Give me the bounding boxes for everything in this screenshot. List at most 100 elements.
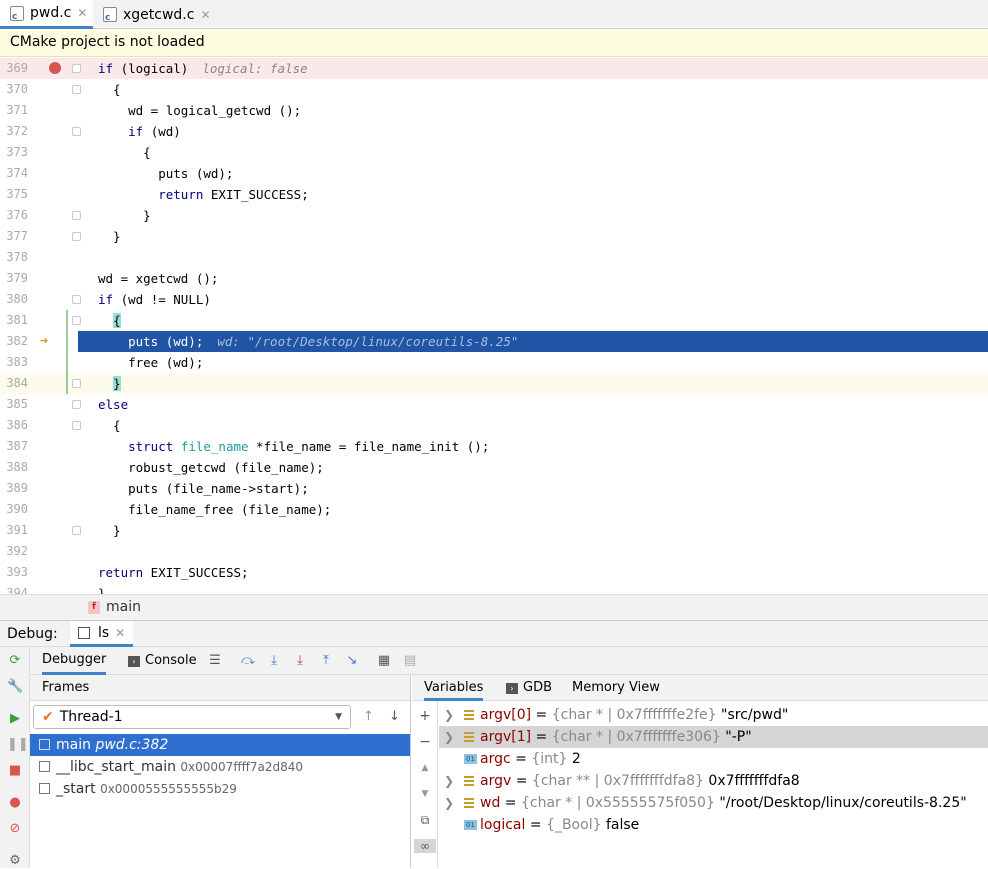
debug-tool-window-header: Debug: ls ✕ (0, 620, 988, 647)
line-number: 381 (6, 313, 28, 327)
fold-marker-icon[interactable] (72, 421, 81, 430)
code-line[interactable]: 377 } (0, 226, 988, 247)
settings-gear-icon[interactable]: ⚙ (7, 853, 23, 869)
code-line[interactable]: 383 free (wd); (0, 352, 988, 373)
fold-marker-icon[interactable] (72, 85, 81, 94)
copy-icon[interactable]: ⧉ (418, 813, 432, 827)
force-step-into-icon[interactable]: ⤓ (292, 653, 308, 669)
variable-row[interactable]: ❯ argv[1] = {char * | 0x7fffffffe306} "-P… (439, 726, 988, 748)
code-line[interactable]: 381 { (0, 310, 988, 331)
code-line[interactable]: 375 return EXIT_SUCCESS; (0, 184, 988, 205)
code-line[interactable]: 379 wd = xgetcwd (); (0, 268, 988, 289)
menu-icon[interactable]: ☰ (207, 653, 223, 669)
chevron-right-icon[interactable]: ❯ (444, 770, 454, 792)
code-line[interactable]: 385 else (0, 394, 988, 415)
variable-row[interactable]: 01 argc = {int} 2 (439, 748, 988, 770)
wrench-icon[interactable]: 🔧 (7, 679, 23, 695)
evaluate-expression-icon[interactable]: ▦ (376, 653, 392, 669)
code-line[interactable]: 394} (0, 583, 988, 594)
tab-debugger[interactable]: Debugger (42, 647, 107, 675)
fold-marker-icon[interactable] (72, 232, 81, 241)
remove-watch-icon[interactable]: − (418, 735, 432, 749)
arrow-down-icon[interactable]: ↓ (389, 709, 400, 724)
fold-marker-icon[interactable] (72, 316, 81, 325)
code-line[interactable]: 373 { (0, 142, 988, 163)
fold-marker-icon[interactable] (72, 127, 81, 136)
variable-name: argv (480, 773, 512, 789)
primitive-variable-icon: 01 (464, 820, 477, 830)
stack-frame-row[interactable]: __libc_start_main 0x00007ffff7a2d840 (30, 756, 410, 778)
fold-marker-icon[interactable] (72, 64, 81, 73)
run-to-cursor-icon[interactable]: ↘ (344, 653, 360, 669)
fold-marker-icon[interactable] (72, 379, 81, 388)
arrow-up-icon[interactable]: ↑ (363, 709, 374, 724)
watches-glasses-icon[interactable]: ∞ (414, 839, 436, 853)
step-over-icon[interactable]: ⤼ (240, 653, 256, 669)
code-line[interactable]: 393 return EXIT_SUCCESS; (0, 562, 988, 583)
code-line[interactable]: 376 } (0, 205, 988, 226)
code-line[interactable]: 392 (0, 541, 988, 562)
breakpoint-icon[interactable] (49, 62, 61, 74)
variable-row[interactable]: 01 logical = {_Bool} false (439, 814, 988, 836)
tab-xgetcwd-c[interactable]: xgetcwd.c ✕ (93, 0, 213, 29)
chevron-right-icon[interactable]: ❯ (444, 792, 454, 814)
thread-selector[interactable]: ✔ Thread-1 ▼ (33, 705, 351, 729)
code-line[interactable]: 386 { (0, 415, 988, 436)
stack-frame-row[interactable]: main pwd.c:382 (30, 734, 410, 756)
debug-session-tab[interactable]: ls ✕ (70, 621, 134, 647)
code-line[interactable]: 384 } (0, 373, 988, 394)
code-line[interactable]: 378 (0, 247, 988, 268)
fold-marker-icon[interactable] (72, 526, 81, 535)
code-line[interactable]: 369 if (logical) logical: false (0, 58, 988, 79)
rerun-icon[interactable]: ⟳ (7, 653, 23, 669)
code-line[interactable]: 391 } (0, 520, 988, 541)
code-line[interactable]: 390 file_name_free (file_name); (0, 499, 988, 520)
chevron-right-icon[interactable]: ❯ (444, 704, 454, 726)
variable-row[interactable]: ❯ wd = {char * | 0x55555575f050} "/root/D… (439, 792, 988, 814)
breadcrumb-function[interactable]: main (106, 595, 141, 620)
code-line[interactable]: 372 if (wd) (0, 121, 988, 142)
code-editor[interactable]: 369 if (logical) logical: false 370 {371 wd… (0, 58, 988, 594)
checkmark-icon: ✔ (42, 709, 54, 725)
resume-icon[interactable]: ▶ (7, 711, 23, 727)
code-line[interactable]: 382 puts (wd); wd: "/root/Desktop/linux/c… (0, 331, 988, 352)
code-line[interactable]: 371 wd = logical_getcwd (); (0, 100, 988, 121)
step-out-icon[interactable]: ⤒ (318, 653, 334, 669)
tab-pwd-c[interactable]: pwd.c ✕ (0, 0, 93, 29)
code-line[interactable]: 387 struct file_name *file_name = file_n… (0, 436, 988, 457)
fold-marker-icon[interactable] (72, 211, 81, 220)
fold-marker-icon[interactable] (72, 295, 81, 304)
inline-value-hint: wd: "/root/Desktop/linux/coreutils-8.25" (217, 334, 519, 349)
fold-marker-icon[interactable] (72, 400, 81, 409)
add-watch-icon[interactable]: + (418, 709, 432, 723)
code-line[interactable]: 374 puts (wd); (0, 163, 988, 184)
chevron-right-icon[interactable]: ❯ (444, 726, 454, 748)
stack-frame-row[interactable]: _start 0x0000555555555b29 (30, 778, 410, 800)
variable-row[interactable]: ❯ argv = {char ** | 0x7fffffffdfa8} 0x7ff… (439, 770, 988, 792)
variable-value: "/root/Desktop/linux/coreutils-8.25" (719, 795, 967, 811)
move-down-icon[interactable]: ▼ (418, 787, 432, 801)
close-icon[interactable]: ✕ (115, 626, 125, 640)
code-line[interactable]: 370 { (0, 79, 988, 100)
tab-gdb[interactable]: › GDB (506, 675, 552, 701)
mute-breakpoints-icon[interactable]: ⊘ (7, 821, 23, 837)
pause-icon[interactable]: ❚❚ (7, 737, 29, 753)
move-up-icon[interactable]: ▲ (418, 761, 432, 775)
tab-label: xgetcwd.c (123, 6, 195, 23)
tab-memory-view[interactable]: Memory View (572, 675, 660, 701)
stop-icon[interactable]: ■ (7, 763, 23, 779)
close-icon[interactable]: ✕ (77, 6, 87, 20)
layout-icon[interactable]: ▤ (402, 653, 418, 669)
code-line[interactable]: 389 puts (file_name->start); (0, 478, 988, 499)
tab-console[interactable]: › Console (128, 647, 197, 675)
tab-variables[interactable]: Variables (424, 675, 484, 701)
frames-panel: Frames ✔ Thread-1 ▼ ↑ ↓ main pwd.c:382 __l… (30, 675, 411, 868)
variable-row[interactable]: ❯ argv[0] = {char * | 0x7fffffffe2fe} "sr… (439, 704, 988, 726)
code-line[interactable]: 388 robust_getcwd (file_name); (0, 457, 988, 478)
close-icon[interactable]: ✕ (200, 8, 210, 22)
view-breakpoints-icon[interactable]: ● (7, 795, 23, 811)
debug-side-toolbar: ⟳ 🔧 ▶ ❚❚ ■ ● ⊘ ⚙ (0, 647, 30, 868)
step-into-icon[interactable]: ⤓ (266, 653, 282, 669)
code-line[interactable]: 380 if (wd != NULL) (0, 289, 988, 310)
function-icon: f (88, 601, 100, 614)
